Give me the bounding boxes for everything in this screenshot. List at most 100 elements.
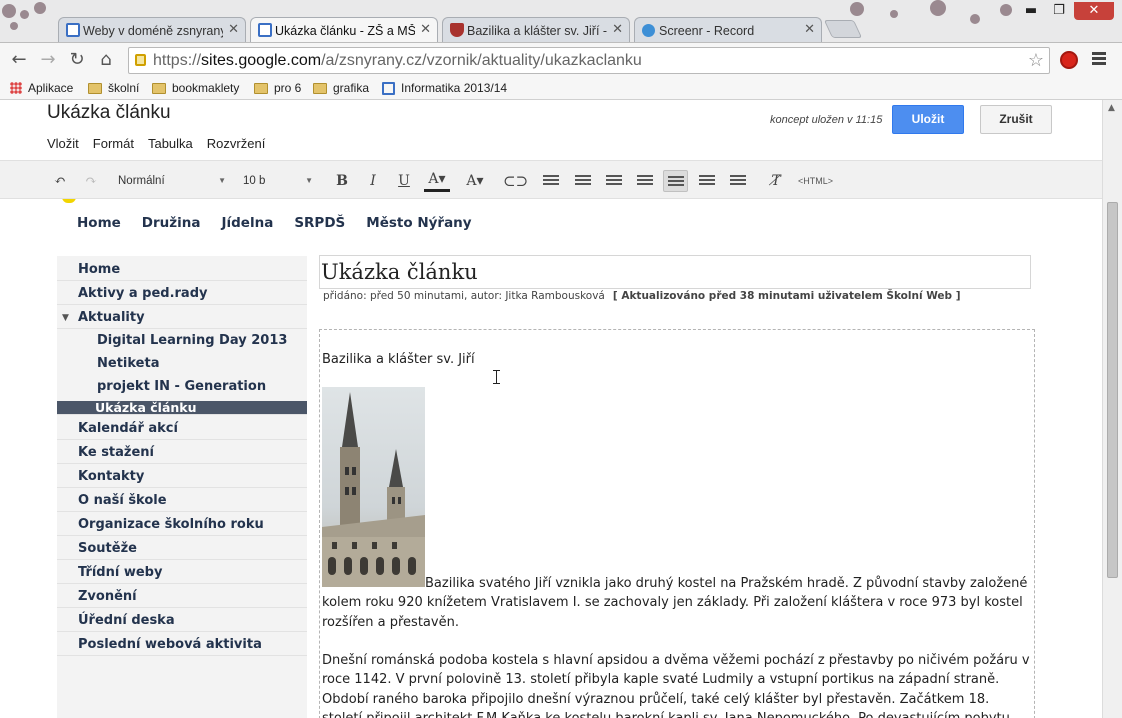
sidebar-item-aktivy[interactable]: Aktivy a ped.rady [57, 283, 307, 305]
sidebar-item-projekt-in[interactable]: projekt IN - Generation [57, 376, 307, 398]
sidebar-item-digital-learning[interactable]: Digital Learning Day 2013 [57, 330, 307, 352]
html-source-button[interactable]: <HTML> [798, 170, 833, 192]
bookmark-aplikace[interactable]: Aplikace [10, 80, 73, 96]
tab-label: Weby v doméně zsnyrany [83, 23, 223, 38]
tab-weby[interactable]: Weby v doméně zsnyrany ✕ [58, 17, 246, 42]
bookmark-grafika[interactable]: grafika [313, 80, 369, 96]
minimize-icon[interactable]: ▬ [1018, 2, 1044, 20]
tab-label: Bazilika a klášter sv. Jiří - P [467, 23, 607, 38]
highlight-color-icon[interactable]: A▾ [463, 170, 487, 192]
sidebar-item-souteze[interactable]: Soutěže [57, 538, 307, 560]
top-nav-srpds[interactable]: SRPDŠ [294, 215, 345, 231]
undo-icon[interactable]: ↶ [49, 170, 71, 192]
url-host: sites.google.com [201, 52, 322, 69]
church-illustration [322, 392, 425, 587]
menu-rozvrzeni[interactable]: Rozvržení [207, 136, 266, 151]
bookmark-informatika[interactable]: Informatika 2013/14 [382, 80, 507, 96]
extension-icon[interactable] [1060, 51, 1078, 69]
bookmark-skolni[interactable]: školní [88, 80, 139, 96]
italic-icon[interactable]: I [362, 170, 384, 192]
scrollbar-thumb[interactable] [1107, 202, 1118, 578]
tab-close-icon[interactable]: ✕ [804, 21, 815, 37]
sidebar-item-ke-stazeni[interactable]: Ke stažení [57, 442, 307, 464]
clear-formatting-icon[interactable]: T̸ [765, 170, 787, 192]
bookmark-bookmaklety[interactable]: bookmaklety [152, 80, 239, 96]
bold-icon[interactable]: B [331, 170, 353, 192]
sidebar-item-ukazka-clanku[interactable]: Ukázka článku [57, 401, 307, 415]
site-sidebar: Home Aktivy a ped.rady ▼ Aktuality Digit… [57, 256, 307, 718]
align-left-icon[interactable] [663, 170, 688, 192]
menu-vlozit[interactable]: Vložit [47, 136, 79, 151]
sites-doc-icon [258, 23, 272, 37]
article-body-editor[interactable]: Bazilika a klášter sv. Jiří Bazilika sva… [319, 329, 1035, 718]
menu-tabulka[interactable]: Tabulka [148, 136, 193, 151]
lock-icon [135, 54, 146, 66]
top-nav-mesto[interactable]: Město Nýřany [366, 215, 471, 231]
browser-toolbar: ← → ↻ ⌂ https://sites.google.com/a/zsnyr… [0, 42, 1122, 76]
align-right-icon[interactable] [727, 170, 749, 192]
paragraph-style-select[interactable]: Normální ▼ [118, 170, 226, 192]
home-icon[interactable]: ⌂ [94, 48, 118, 72]
church-image[interactable] [322, 387, 425, 587]
expand-arrow-icon[interactable]: ▼ [62, 307, 69, 329]
link-icon[interactable]: ⊂⊃ [503, 170, 528, 192]
top-nav-druzina[interactable]: Družina [142, 215, 201, 231]
sidebar-item-o-nasi-skole[interactable]: O naší škole [57, 490, 307, 512]
style-select-value: Normální [118, 175, 165, 187]
tab-ukazka-clanku[interactable]: Ukázka článku - ZŠ a MŠ N ✕ [250, 17, 438, 42]
editor-header: Ukázka článku koncept uložen v 11:15 Ulo… [0, 100, 1102, 160]
maximize-icon[interactable]: ❐ [1046, 2, 1072, 20]
sidebar-item-posledni-aktivita[interactable]: Poslední webová aktivita [57, 634, 307, 656]
bookmark-label: bookmaklety [172, 81, 240, 95]
bookmarks-bar: Aplikace školní bookmaklety pro 6 grafik… [0, 76, 1122, 100]
tab-screenr[interactable]: Screenr - Record ✕ [634, 17, 822, 42]
sidebar-item-aktuality[interactable]: ▼ Aktuality [57, 307, 307, 329]
chevron-down-icon: ▼ [305, 176, 313, 185]
sidebar-item-home[interactable]: Home [57, 259, 307, 281]
indent-more-icon[interactable] [603, 170, 625, 192]
tab-close-icon[interactable]: ✕ [420, 21, 431, 37]
align-center-icon[interactable] [696, 170, 718, 192]
sidebar-item-label: Aktuality [78, 310, 145, 325]
tab-label: Screenr - Record [659, 23, 755, 38]
tab-label: Ukázka článku - ZŠ a MŠ N [275, 24, 415, 38]
bulleted-list-icon[interactable] [572, 170, 594, 192]
article-paragraph-2: Dnešní románská podoba kostela s hlavní … [322, 653, 1030, 718]
sidebar-item-kalendar[interactable]: Kalendář akcí [57, 418, 307, 440]
text-color-icon[interactable]: A▾ [424, 170, 450, 192]
article-meta: přidáno: před 50 minutami, autor: Jitka … [323, 290, 961, 302]
bookmark-label: grafika [333, 81, 370, 95]
sidebar-item-zvoneni[interactable]: Zvonění [57, 586, 307, 608]
save-button[interactable]: Uložit [892, 105, 964, 134]
bookmark-label: pro 6 [274, 81, 302, 95]
top-nav-home[interactable]: Home [77, 215, 121, 231]
bookmark-label: školní [108, 81, 140, 95]
window-close-icon[interactable]: ✕ [1074, 2, 1114, 20]
back-arrow-icon[interactable]: ← [7, 48, 31, 72]
redo-icon[interactable]: ↷ [80, 170, 102, 192]
bookmark-pro6[interactable]: pro 6 [254, 80, 301, 96]
page-scrollbar[interactable]: ▲ [1102, 100, 1122, 718]
numbered-list-icon[interactable] [540, 170, 562, 192]
tab-close-icon[interactable]: ✕ [228, 21, 239, 37]
sidebar-item-organizace[interactable]: Organizace školního roku [57, 514, 307, 536]
top-nav-jidelna[interactable]: Jídelna [221, 215, 273, 231]
underline-icon[interactable]: U [393, 170, 415, 192]
tab-close-icon[interactable]: ✕ [612, 21, 623, 37]
scroll-up-icon[interactable]: ▲ [1108, 103, 1115, 113]
cancel-button[interactable]: Zrušit [980, 105, 1052, 134]
bookmark-star-icon[interactable]: ☆ [1028, 48, 1044, 73]
reload-icon[interactable]: ↻ [65, 48, 89, 72]
menu-format[interactable]: Formát [93, 136, 134, 151]
article-title-input[interactable]: Ukázka článku [319, 255, 1031, 289]
chrome-menu-icon[interactable] [1092, 52, 1106, 66]
font-size-select[interactable]: 10 b ▼ [243, 170, 313, 192]
sidebar-item-netiketa[interactable]: Netiketa [57, 353, 307, 375]
tab-bazilika[interactable]: Bazilika a klášter sv. Jiří - P ✕ [442, 17, 630, 42]
sidebar-item-uredni-deska[interactable]: Úřední deska [57, 610, 307, 632]
indent-less-icon[interactable] [634, 170, 656, 192]
address-bar[interactable]: https://sites.google.com/a/zsnyrany.cz/v… [128, 47, 1050, 74]
forward-arrow-icon[interactable]: → [36, 48, 60, 72]
sidebar-item-tridni-weby[interactable]: Třídní weby [57, 562, 307, 584]
sidebar-item-kontakty[interactable]: Kontakty [57, 466, 307, 488]
